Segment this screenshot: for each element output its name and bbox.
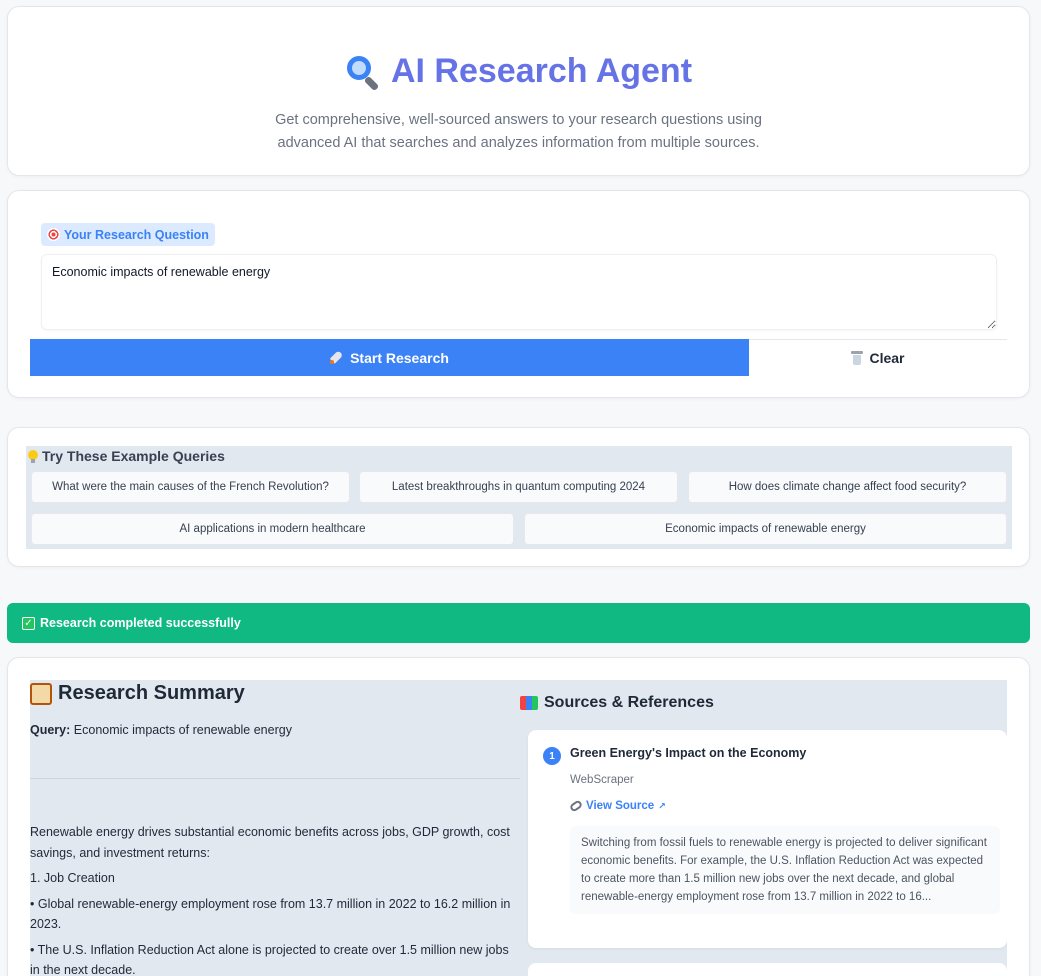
example-query-button[interactable]: How does climate change affect food secu… xyxy=(688,471,1007,503)
magnifying-glass-icon xyxy=(345,54,381,91)
summary-divider xyxy=(30,778,520,779)
summary-bullet: • The U.S. Inflation Reduction Act alone… xyxy=(30,942,509,976)
view-source-label: View Source xyxy=(586,800,655,812)
summary-query-label: Query: xyxy=(30,723,71,737)
trash-icon xyxy=(851,351,864,365)
results-panel: Research Summary Query: Economic impacts… xyxy=(30,680,1007,976)
examples-panel: Try These Example Queries What were the … xyxy=(26,446,1012,549)
app-title-text: AI Research Agent xyxy=(390,52,693,90)
app-title: AI Research Agent xyxy=(8,52,1029,91)
summary-query: Query: Economic impacts of renewable ene… xyxy=(30,723,292,737)
view-source-link[interactable]: View Source ↗ xyxy=(568,799,666,813)
source-excerpt: Switching from fossil fuels to renewable… xyxy=(570,826,1000,914)
app-subtitle: Get comprehensive, well-sourced answers … xyxy=(275,112,762,151)
example-query-button[interactable]: Economic impacts of renewable energy xyxy=(524,513,1007,545)
summary-title: Research Summary xyxy=(30,682,245,705)
question-card: Your Research Question Start Research Cl… xyxy=(7,190,1030,398)
research-question-input[interactable] xyxy=(41,254,997,330)
summary-intro: Renewable energy drives substantial econ… xyxy=(30,825,510,860)
target-icon xyxy=(47,228,60,241)
check-icon: ✓ xyxy=(22,616,35,630)
rocket-icon xyxy=(330,351,344,365)
source-name: Green Energy's Impact on the Economy xyxy=(570,746,807,760)
clear-button[interactable]: Clear xyxy=(749,339,1007,376)
source-card xyxy=(528,963,1007,976)
source-card: 1 Green Energy's Impact on the Economy W… xyxy=(528,730,1007,948)
examples-title: Try These Example Queries xyxy=(28,448,225,464)
source-tool: WebScraper xyxy=(570,774,634,786)
books-icon xyxy=(520,696,538,710)
examples-title-text: Try These Example Queries xyxy=(42,448,225,464)
examples-card: Try These Example Queries What were the … xyxy=(7,427,1030,567)
status-banner: ✓ Research completed successfully xyxy=(7,603,1030,643)
results-card: Research Summary Query: Economic impacts… xyxy=(7,657,1030,976)
clear-label: Clear xyxy=(869,350,905,366)
lightbulb-icon xyxy=(28,449,38,463)
summary-heading: 1. Job Creation xyxy=(30,871,115,885)
sources-title-text: Sources & References xyxy=(544,694,714,711)
example-query-button[interactable]: AI applications in modern healthcare xyxy=(31,513,514,545)
scroll-icon xyxy=(30,682,52,705)
link-icon xyxy=(568,799,584,813)
summary-body: Renewable energy drives substantial econ… xyxy=(30,822,520,976)
start-research-button[interactable]: Start Research xyxy=(30,339,749,376)
question-label: Your Research Question xyxy=(41,223,215,246)
status-text: Research completed successfully xyxy=(40,616,241,630)
example-query-button[interactable]: What were the main causes of the French … xyxy=(31,471,350,503)
sources-title: Sources & References xyxy=(520,694,714,712)
header-card: AI Research Agent Get comprehensive, wel… xyxy=(7,6,1030,176)
summary-title-text: Research Summary xyxy=(58,682,245,704)
summary-query-value: Economic impacts of renewable energy xyxy=(73,723,292,737)
start-research-label: Start Research xyxy=(350,349,449,366)
example-query-button[interactable]: Latest breakthroughs in quantum computin… xyxy=(359,471,678,503)
question-label-text: Your Research Question xyxy=(64,227,209,242)
summary-bullet: • Global renewable-energy employment ros… xyxy=(30,896,511,932)
external-link-icon: ↗ xyxy=(658,800,666,811)
source-number-badge: 1 xyxy=(543,747,561,765)
